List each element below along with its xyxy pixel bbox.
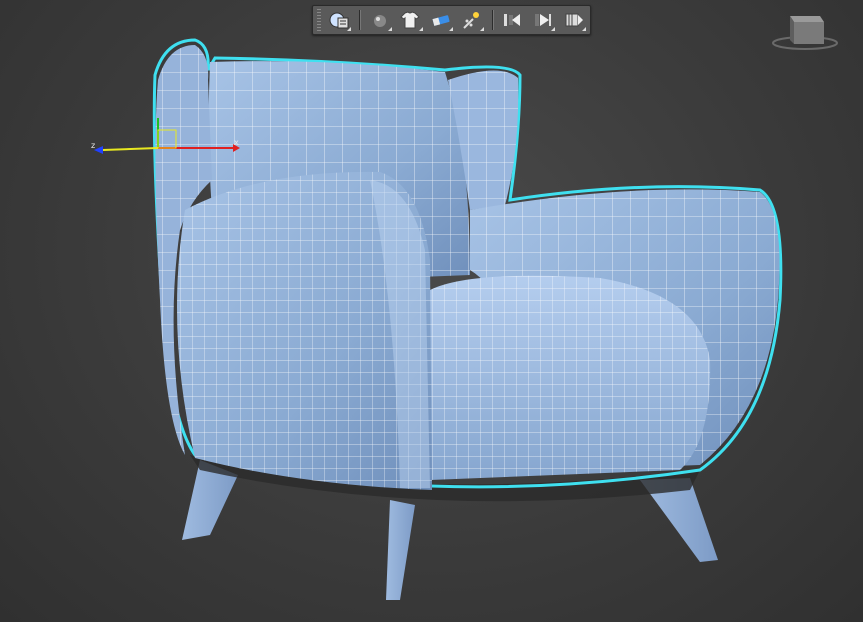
toolbar-separator <box>359 10 362 30</box>
viewcube-top-face[interactable] <box>790 16 824 22</box>
cloth-button[interactable] <box>396 7 425 33</box>
effects-button[interactable] <box>457 7 486 33</box>
x-axis-label: x <box>234 138 239 147</box>
eraser-button[interactable] <box>427 7 456 33</box>
render-setup-button[interactable] <box>325 7 354 33</box>
step-back-button[interactable] <box>498 7 527 33</box>
step-back-icon <box>504 14 521 26</box>
plane-handle[interactable] <box>157 129 177 149</box>
z-axis-label: z <box>91 141 95 150</box>
viewcube-front-face[interactable] <box>794 22 824 44</box>
step-forward-button[interactable] <box>529 7 558 33</box>
material-editor-button[interactable] <box>365 7 394 33</box>
z-axis-arrow[interactable] <box>94 146 103 154</box>
viewport-toolbar <box>312 5 591 35</box>
z-axis[interactable] <box>102 147 159 151</box>
viewport-canvas[interactable] <box>0 0 863 622</box>
transform-gizmo[interactable]: x z <box>88 118 248 168</box>
animation-button[interactable] <box>559 7 588 33</box>
toolbar-separator <box>492 10 495 30</box>
viewcube[interactable] <box>770 10 840 52</box>
toolbar-grip[interactable] <box>317 9 321 31</box>
